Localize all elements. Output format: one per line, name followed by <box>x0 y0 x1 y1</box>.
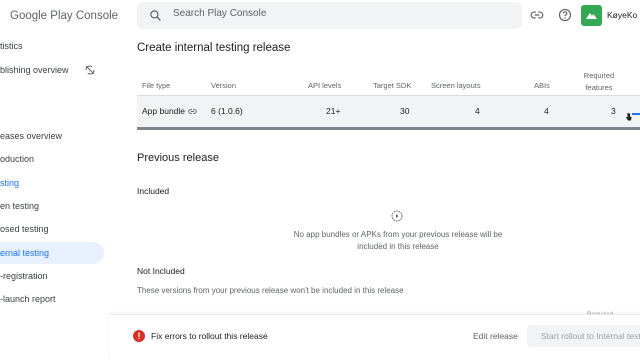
sidebar-item-label: ernal testing <box>0 248 50 258</box>
sidebar: Google Play Console tistics blishing ove… <box>0 0 118 360</box>
search-input[interactable] <box>173 8 473 19</box>
cell-file-type: App bundle <box>142 106 197 116</box>
link-icon[interactable] <box>530 8 544 22</box>
footer-bar: ! Fix errors to rollout this release Edi… <box>110 314 640 360</box>
sidebar-item-label: eases overview <box>0 131 63 141</box>
cell-screen-layouts: 4 <box>475 106 480 116</box>
column-header-version: Version <box>211 81 237 90</box>
sidebar-item-label: oduction <box>0 154 35 164</box>
table-row[interactable]: App bundle 6 (1.0.6) 21+ 30 4 4 3 <box>137 96 640 127</box>
cell-api-levels: 21+ <box>326 106 341 116</box>
column-header-target-sdk: Target SDK <box>373 81 412 90</box>
not-included-heading: Not Included <box>137 266 185 276</box>
sidebar-item-pre-launch-report[interactable]: -launch report <box>0 288 104 310</box>
sidebar-item-production[interactable]: oduction <box>0 148 104 170</box>
column-header-file-type: File type <box>142 81 171 90</box>
start-rollout-button[interactable]: Start rollout to Internal testing <box>527 325 640 347</box>
sidebar-item-pre-registration[interactable]: -registration <box>0 265 104 287</box>
search-icon <box>150 10 161 21</box>
empty-state-icon <box>391 210 403 222</box>
avatar <box>581 4 602 26</box>
error-message: Fix errors to rollout this release <box>151 331 268 341</box>
sidebar-item-label: tistics <box>0 41 23 51</box>
sync-off-icon <box>85 65 95 75</box>
sidebar-item-label: osed testing <box>0 224 49 234</box>
sidebar-item-label: -launch report <box>0 294 56 304</box>
logo-text-console: Console <box>72 10 119 22</box>
sidebar-item-open-testing[interactable]: en testing <box>0 195 104 217</box>
empty-state-message: No app bundles or APKs from your previou… <box>293 230 503 251</box>
mountain-icon <box>586 13 597 19</box>
cell-version: 6 (1.0.6) <box>211 106 243 116</box>
help-icon[interactable] <box>558 8 572 22</box>
sidebar-item-label: blishing overview <box>0 65 69 75</box>
column-header-api-levels: API levels <box>308 81 342 90</box>
page-title: Create internal testing release <box>137 42 291 54</box>
column-header-required-features: Required features <box>583 71 615 92</box>
column-header-screen-layouts: Screen layouts <box>431 81 481 90</box>
link-icon[interactable] <box>188 107 197 116</box>
cell-required-features: 3 <box>611 106 616 116</box>
sidebar-item-releases-overview[interactable]: eases overview <box>0 125 104 147</box>
edit-release-button[interactable]: Edit release <box>465 325 526 347</box>
expand-indicator[interactable] <box>632 113 640 115</box>
sidebar-item-internal-testing[interactable]: ernal testing <box>0 242 104 264</box>
sidebar-item-label: -registration <box>0 271 48 281</box>
account-name: KøyeKo <box>607 10 638 20</box>
release-table: File type Version API levels Target SDK … <box>137 68 640 130</box>
not-included-description: These versions from your previous releas… <box>137 286 404 295</box>
account-switcher[interactable]: KøyeKo <box>581 4 640 26</box>
included-heading: Included <box>137 186 170 196</box>
sidebar-item-publishing-overview[interactable]: blishing overview <box>0 59 104 81</box>
cell-abis: 4 <box>544 106 549 116</box>
google-play-console-logo[interactable]: Google Play Console <box>10 8 118 24</box>
cell-target-sdk: 30 <box>400 106 410 116</box>
column-header-abis: ABIs <box>534 81 550 90</box>
error-icon: ! <box>133 330 145 342</box>
search-bar[interactable] <box>137 2 522 29</box>
previous-release-heading: Previous release <box>137 152 219 164</box>
sidebar-item-testing[interactable]: sting <box>0 172 104 194</box>
logo-text-google-play: Google Play <box>10 10 73 22</box>
table-divider <box>137 127 640 130</box>
sidebar-item-closed-testing[interactable]: osed testing <box>0 218 104 240</box>
table-header: File type Version API levels Target SDK … <box>137 68 640 96</box>
sidebar-item-statistics[interactable]: tistics <box>0 35 104 57</box>
sidebar-item-label: en testing <box>0 201 40 211</box>
sidebar-item-label: sting <box>0 178 20 188</box>
